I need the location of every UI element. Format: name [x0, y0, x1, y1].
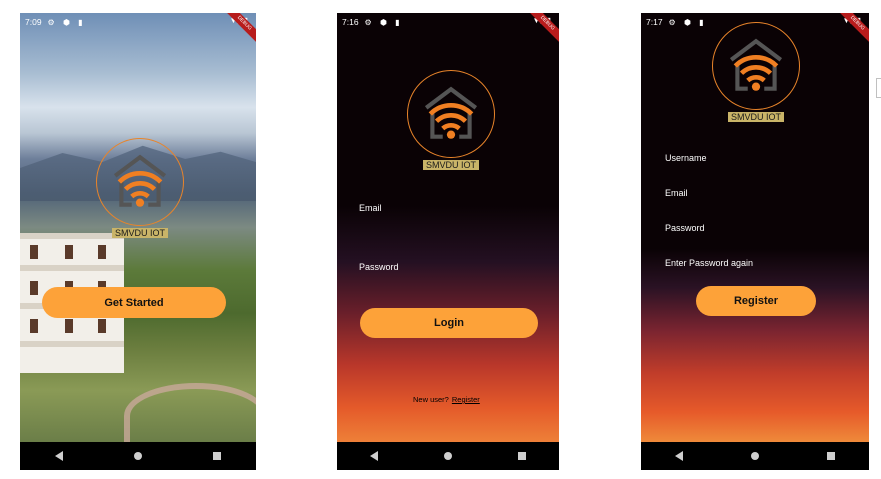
register-button[interactable]: Register [696, 286, 816, 316]
status-bar: 7:17 ⚙ ⬢ ▮ ▼◢▮ [641, 13, 869, 31]
register-prompt: New user? Register [413, 395, 480, 404]
splash-screen: 7:09 ⚙ ⬢ ▮ ▼◢▮ DEBUG SMVDU IOT Get Start… [20, 13, 256, 470]
status-bar: 7:09 ⚙ ⬢ ▮ ▼◢▮ [20, 13, 256, 31]
status-time: 7:16 [342, 17, 359, 27]
garden-path [124, 383, 256, 449]
home-icon[interactable] [751, 452, 759, 460]
recents-icon[interactable] [212, 452, 221, 460]
wifi-house-icon [407, 70, 495, 158]
confirm-password-field[interactable]: Enter Password again [665, 258, 753, 268]
app-logo: SMVDU IOT [407, 70, 495, 170]
login-screen: 7:16 ⚙ ⬢ ▮ ▼◢▮ DEBUG SMVDU IOT Email Pas… [337, 13, 559, 470]
status-bar: 7:16 ⚙ ⬢ ▮ ▼◢▮ [337, 13, 559, 31]
password-field[interactable]: Password [359, 262, 399, 272]
login-button[interactable]: Login [360, 308, 538, 338]
recents-icon[interactable] [827, 452, 835, 460]
home-icon[interactable] [444, 452, 452, 460]
status-icons: ⚙ ⬢ ▮ [47, 17, 86, 27]
status-time: 7:09 [25, 17, 42, 27]
android-nav-bar [20, 442, 256, 470]
home-icon[interactable] [133, 452, 142, 460]
status-icons: ⚙ ⬢ ▮ [668, 17, 707, 27]
username-field[interactable]: Username [665, 153, 707, 163]
get-started-button[interactable]: Get Started [42, 287, 226, 318]
recents-icon[interactable] [518, 452, 526, 460]
new-user-text: New user? [413, 395, 449, 404]
app-logo: SMVDU IOT [96, 138, 184, 238]
app-logo: SMVDU IOT [712, 22, 800, 122]
status-icons: ⚙ ⬢ ▮ [364, 17, 403, 27]
back-icon[interactable] [675, 451, 683, 461]
android-nav-bar [337, 442, 559, 470]
app-name-label: SMVDU IOT [111, 228, 168, 238]
register-screen: 7:17 ⚙ ⬢ ▮ ▼◢▮ DEBUG SMVDU IOT Username … [641, 13, 869, 470]
back-icon[interactable] [370, 451, 378, 461]
password-field[interactable]: Password [665, 223, 705, 233]
app-name-label: SMVDU IOT [727, 112, 784, 122]
app-name-label: SMVDU IOT [422, 160, 479, 170]
register-link[interactable]: Register [452, 395, 480, 404]
email-field[interactable]: Email [359, 203, 382, 213]
wifi-house-icon [712, 22, 800, 110]
window-edge-fragment [876, 78, 881, 98]
email-field[interactable]: Email [665, 188, 688, 198]
status-time: 7:17 [646, 17, 663, 27]
android-nav-bar [641, 442, 869, 470]
back-icon[interactable] [55, 451, 64, 461]
wifi-house-icon [96, 138, 184, 226]
